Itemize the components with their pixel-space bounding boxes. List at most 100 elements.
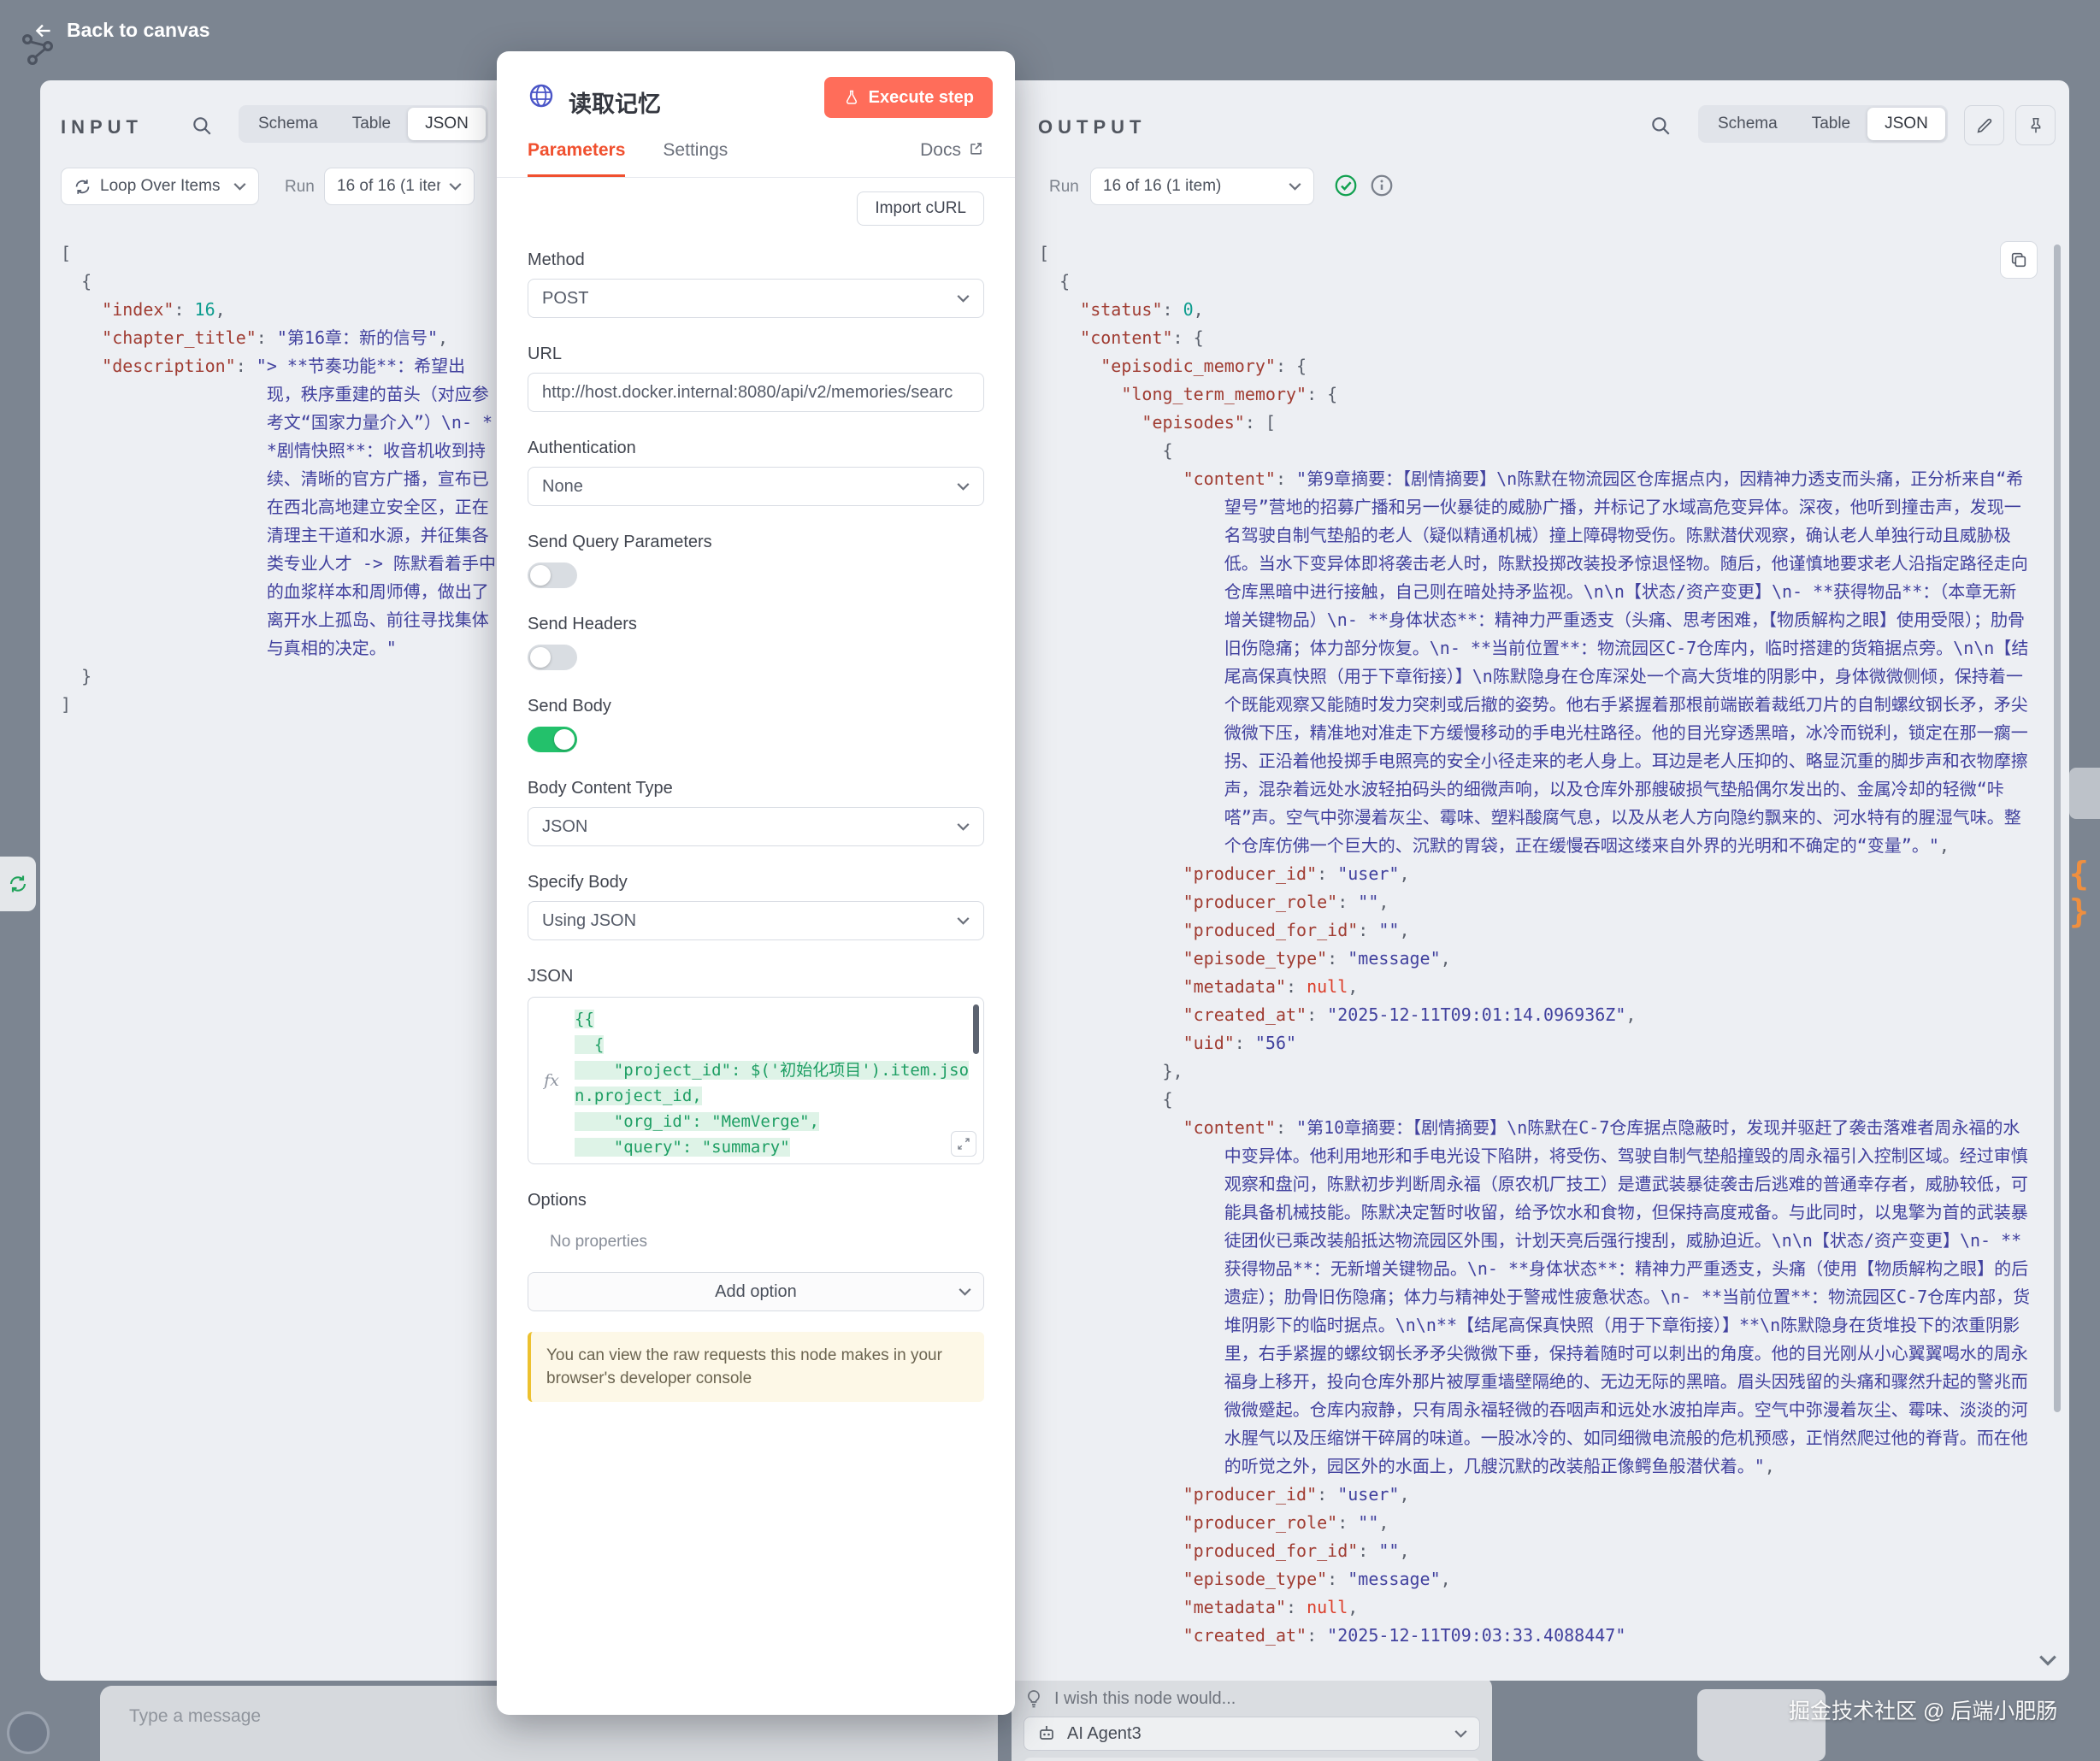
- output-view-tabs: Schema Table JSON: [1698, 105, 1948, 143]
- run-success-icon: [1333, 173, 1359, 203]
- docs-link[interactable]: Docs: [920, 137, 984, 177]
- add-option-label: Add option: [715, 1282, 797, 1302]
- output-scrollbar[interactable]: [2054, 244, 2061, 1412]
- http-request-node-icon: [528, 82, 555, 114]
- method-select[interactable]: POST: [528, 279, 984, 318]
- execute-step-button[interactable]: Execute step: [824, 77, 993, 118]
- loop-node-button[interactable]: [0, 857, 36, 911]
- import-curl-button[interactable]: Import cURL: [857, 191, 984, 226]
- output-tab-schema[interactable]: Schema: [1701, 108, 1795, 140]
- info-icon[interactable]: [1369, 173, 1395, 203]
- send-headers-label: Send Headers: [528, 614, 984, 634]
- body-content-type-label: Body Content Type: [528, 778, 984, 798]
- scroll-down-icon[interactable]: [2038, 1654, 2057, 1670]
- chevron-down-icon: [957, 482, 970, 491]
- node-detail-modal: 读取记忆 Execute step Parameters Settings Do…: [497, 51, 1015, 1715]
- arrow-left-icon: [32, 20, 55, 42]
- chat-placeholder: Type a message: [129, 1706, 261, 1726]
- copy-output-button[interactable]: [2000, 241, 2038, 279]
- wish-input[interactable]: I wish this node would...: [1054, 1689, 1236, 1709]
- send-body-label: Send Body: [528, 696, 984, 716]
- node-title: 读取记忆: [569, 85, 661, 119]
- agent-label: AI Agent3: [1067, 1724, 1141, 1744]
- pin-icon: [2026, 116, 2045, 135]
- robot-icon: [1036, 1723, 1057, 1744]
- json-body-label: JSON: [528, 966, 984, 987]
- parameters-form: Import cURL Method POST URL http://host.…: [497, 178, 1015, 1715]
- refresh-icon: [8, 874, 28, 894]
- output-run-value: 16 of 16 (1 item): [1103, 177, 1280, 196]
- output-run-select[interactable]: 16 of 16 (1 item): [1090, 168, 1314, 205]
- execute-step-label: Execute step: [869, 88, 974, 108]
- input-tab-schema[interactable]: Schema: [241, 108, 335, 140]
- chevron-down-icon: [1289, 182, 1301, 191]
- input-run-select[interactable]: 16 of 16 (1 iten: [324, 168, 475, 205]
- output-search-icon[interactable]: [1649, 115, 1672, 141]
- back-to-canvas-button[interactable]: Back to canvas: [32, 19, 209, 42]
- output-panel-title: OUTPUT: [1038, 116, 1146, 138]
- body-content-type-value: JSON: [542, 817, 587, 837]
- watermark: 掘金技术社区 @ 后端小肥肠: [1789, 1694, 2057, 1725]
- flask-icon: [843, 89, 860, 106]
- input-search-icon[interactable]: [191, 115, 213, 141]
- input-run-mode-select[interactable]: Loop Over Items: [61, 168, 259, 205]
- output-tab-json[interactable]: JSON: [1867, 108, 1945, 140]
- expand-editor-button[interactable]: [951, 1131, 976, 1157]
- authentication-label: Authentication: [528, 438, 984, 458]
- node-suggestion-card: I wish this node would... AI Agent3 Deep…: [1012, 1677, 1492, 1761]
- avatar[interactable]: [7, 1711, 50, 1754]
- url-value: http://host.docker.internal:8080/api/v2/…: [542, 383, 953, 403]
- external-link-icon: [968, 140, 984, 156]
- copy-icon: [2009, 250, 2028, 269]
- node-tabs: Parameters Settings Docs: [497, 137, 1015, 178]
- send-query-toggle[interactable]: [528, 562, 577, 588]
- chevron-down-icon: [1454, 1729, 1467, 1738]
- add-option-select[interactable]: Add option: [528, 1272, 984, 1311]
- back-to-canvas-label: Back to canvas: [67, 19, 209, 42]
- input-tab-table[interactable]: Table: [335, 108, 408, 140]
- json-body-editor[interactable]: fx {{ { "project_id": $('初始化项目').item.js…: [528, 997, 984, 1164]
- input-json-view[interactable]: [{"index": 16,"chapter_title": "第16章：新的信…: [61, 239, 498, 1664]
- output-run-label: Run: [1049, 178, 1079, 197]
- tab-parameters[interactable]: Parameters: [528, 137, 625, 177]
- tab-settings[interactable]: Settings: [663, 137, 728, 177]
- model-row[interactable]: DeepSeek Chat Model: [1023, 1758, 1480, 1761]
- authentication-select[interactable]: None: [528, 467, 984, 506]
- chevron-down-icon: [449, 182, 462, 191]
- edit-output-button[interactable]: [1964, 105, 2004, 145]
- specify-body-value: Using JSON: [542, 911, 636, 931]
- options-label: Options: [528, 1190, 984, 1210]
- method-label: Method: [528, 250, 984, 270]
- body-content-type-select[interactable]: JSON: [528, 807, 984, 846]
- send-body-toggle[interactable]: [528, 727, 577, 752]
- output-json-view[interactable]: [{"status": 0,"content": {"episodic_memo…: [1039, 239, 2032, 1660]
- background-node: [2069, 768, 2100, 819]
- chevron-down-icon: [957, 822, 970, 831]
- input-view-tabs: Schema Table JSON: [239, 105, 488, 143]
- chevron-down-icon: [959, 1287, 971, 1296]
- output-panel: OUTPUT Schema Table JSON Run 16 of 16 (1…: [1015, 80, 2069, 1681]
- expand-icon: [956, 1136, 971, 1151]
- send-headers-toggle[interactable]: [528, 645, 577, 670]
- dev-console-notice: You can view the raw requests this node …: [528, 1332, 984, 1402]
- expression-fx-badge: fx: [528, 998, 575, 1163]
- agent-select[interactable]: AI Agent3: [1023, 1717, 1480, 1751]
- editor-scrollbar[interactable]: [973, 1004, 979, 1054]
- pin-output-button[interactable]: [2015, 105, 2056, 145]
- chevron-down-icon: [957, 294, 970, 303]
- pencil-icon: [1975, 116, 1994, 135]
- url-label: URL: [528, 344, 984, 364]
- input-run-mode-value: Loop Over Items: [100, 177, 225, 196]
- authentication-value: None: [542, 477, 583, 497]
- options-empty-text: No properties: [528, 1233, 984, 1252]
- output-tab-table[interactable]: Table: [1795, 108, 1867, 140]
- url-input[interactable]: http://host.docker.internal:8080/api/v2/…: [528, 373, 984, 412]
- lightbulb-icon: [1023, 1688, 1044, 1709]
- input-tab-json[interactable]: JSON: [408, 108, 486, 140]
- input-panel-title: INPUT: [61, 116, 143, 138]
- send-query-label: Send Query Parameters: [528, 532, 984, 552]
- json-body-code[interactable]: {{ { "project_id": $('初始化项目').item.json.…: [575, 998, 983, 1163]
- specify-body-select[interactable]: Using JSON: [528, 901, 984, 940]
- input-run-value: 16 of 16 (1 iten: [337, 177, 440, 196]
- input-run-label: Run: [285, 178, 315, 197]
